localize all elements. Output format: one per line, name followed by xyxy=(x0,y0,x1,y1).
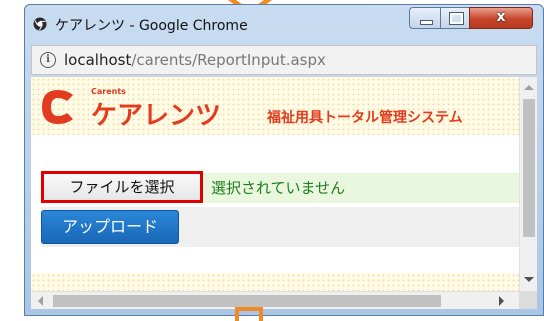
carents-logo-icon xyxy=(42,90,73,124)
url-text[interactable]: localhost/carents/ReportInput.aspx xyxy=(64,51,326,69)
scroll-down-icon[interactable] xyxy=(524,277,534,282)
maximize-button[interactable] xyxy=(440,7,470,29)
logo-main-text: ケアレンツ xyxy=(91,101,222,131)
close-icon: x xyxy=(496,9,506,25)
scroll-left-icon[interactable] xyxy=(38,296,43,306)
url-path: /carents/ReportInput.aspx xyxy=(131,51,326,69)
minimize-button[interactable] xyxy=(409,7,441,29)
upload-button[interactable]: アップロード xyxy=(41,210,179,244)
page-viewport: Carents ケアレンツ 福祉用具トータル管理システム ファイルを選択 選択さ… xyxy=(31,77,537,309)
screenshot-stage: ケアレンツ - Google Chrome x i localhost/care… xyxy=(0,0,544,321)
url-host: localhost xyxy=(64,51,132,69)
vertical-scroll-thumb[interactable] xyxy=(523,99,535,237)
page-header: Carents ケアレンツ 福祉用具トータル管理システム xyxy=(31,77,519,135)
callout-marker-bottom xyxy=(235,307,263,321)
browser-window: ケアレンツ - Google Chrome x i localhost/care… xyxy=(24,4,544,316)
scroll-up-icon[interactable] xyxy=(524,85,534,90)
close-button[interactable]: x xyxy=(469,7,533,29)
horizontal-scroll-thumb[interactable] xyxy=(53,295,441,307)
scroll-right-icon[interactable] xyxy=(499,296,504,306)
scrollbar-corner xyxy=(519,291,537,309)
choose-file-button[interactable]: ファイルを選択 xyxy=(41,171,203,203)
chrome-logo-icon xyxy=(33,17,47,31)
info-icon[interactable]: i xyxy=(40,52,56,68)
page-footer xyxy=(31,273,519,291)
file-status-text: 選択されていません xyxy=(211,179,346,197)
horizontal-scrollbar[interactable] xyxy=(31,291,519,309)
address-bar[interactable]: i localhost/carents/ReportInput.aspx xyxy=(31,45,537,75)
title-bar[interactable]: ケアレンツ - Google Chrome x xyxy=(25,5,543,41)
logo-tagline: 福祉用具トータル管理システム xyxy=(267,110,463,126)
vertical-scrollbar[interactable] xyxy=(519,77,537,291)
window-title: ケアレンツ - Google Chrome xyxy=(55,18,248,34)
